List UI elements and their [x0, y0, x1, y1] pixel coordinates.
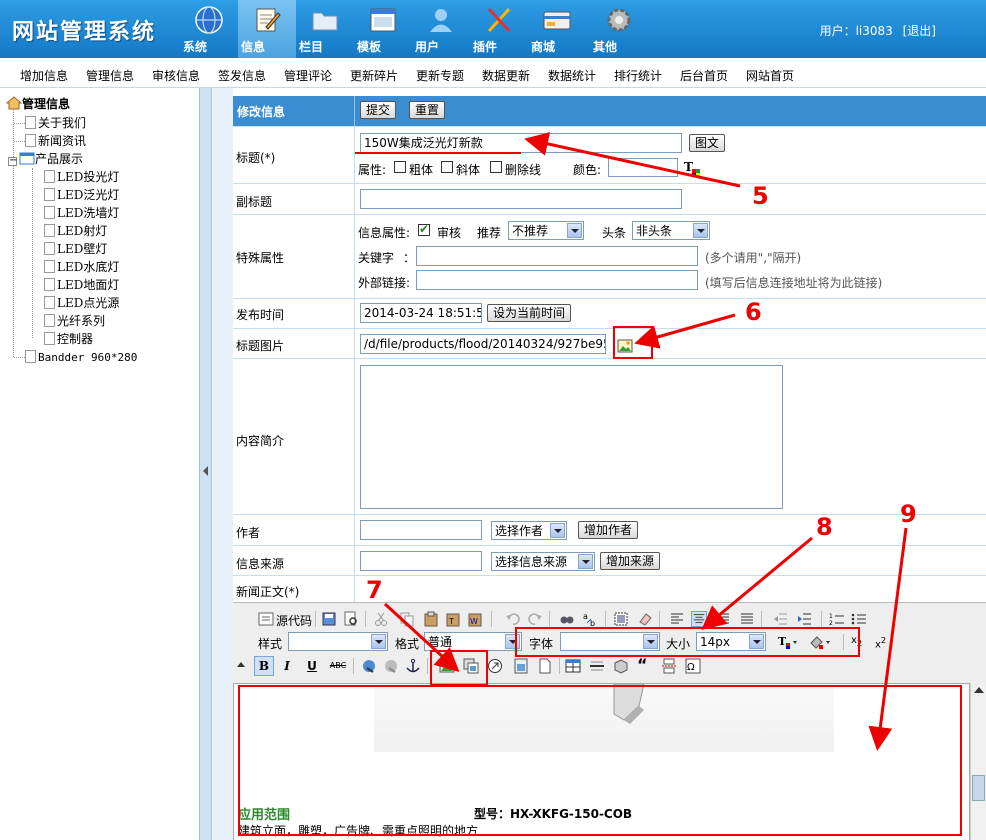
annotation-6: 6: [745, 298, 762, 326]
annotation-5: 5: [752, 182, 769, 210]
annotation-7: 7: [366, 576, 383, 604]
annotation-9: 9: [900, 500, 917, 528]
annotation-8: 8: [816, 513, 833, 541]
annotation-arrows: [383, 132, 908, 751]
